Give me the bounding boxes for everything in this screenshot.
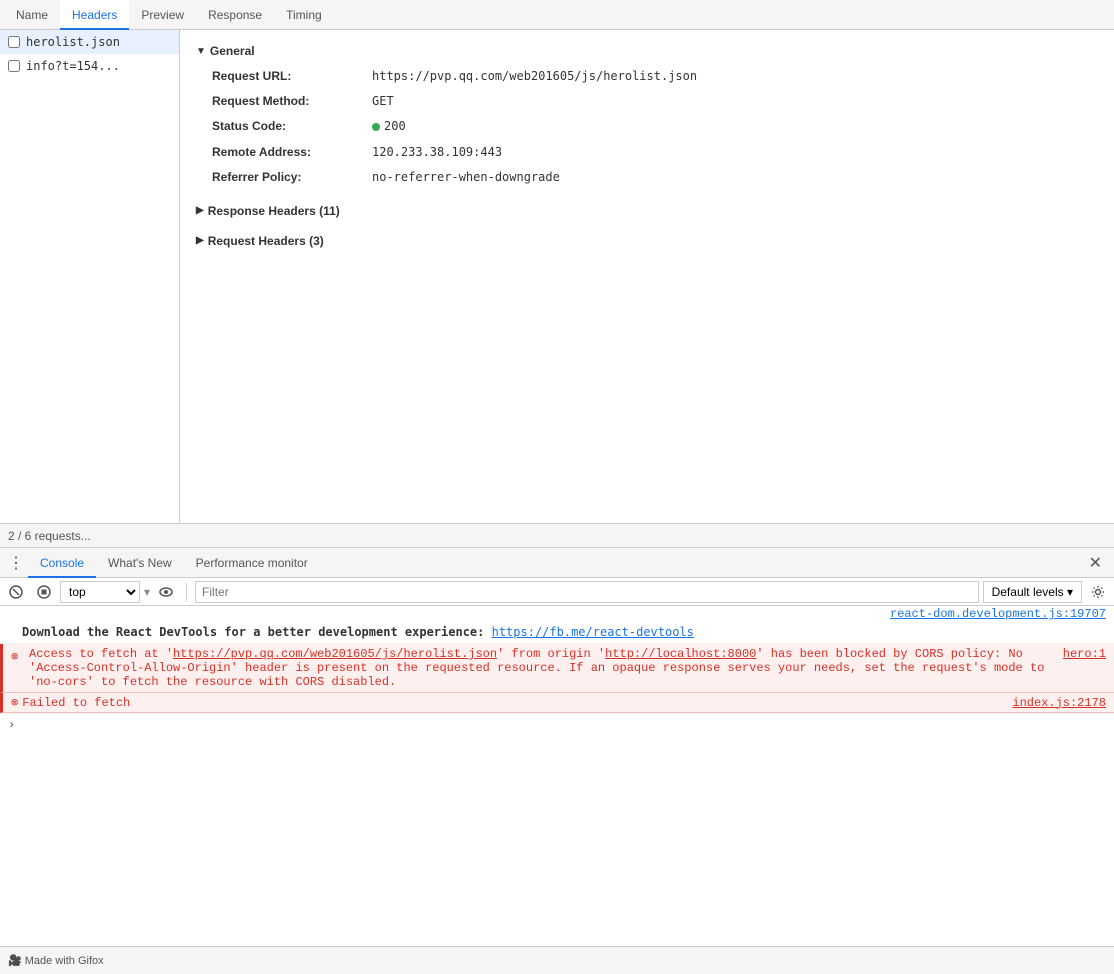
console-input-line: › xyxy=(0,713,1114,736)
tab-headers[interactable]: Headers xyxy=(60,0,129,30)
response-headers-header[interactable]: ▶ Response Headers (11) xyxy=(196,198,1098,224)
status-code-row: Status Code: 200 xyxy=(196,114,1098,139)
gifox-bar: 🎥 Made with Gifox xyxy=(0,946,1114,974)
console-toolbar: top ▾ Default levels ▾ xyxy=(0,578,1114,606)
context-arrow: ▾ xyxy=(144,585,150,599)
toolbar-divider xyxy=(186,583,187,601)
console-panel: ⋮ Console What's New Performance monitor… xyxy=(0,548,1114,974)
general-section-header[interactable]: ▼ General xyxy=(196,38,1098,64)
react-devtools-link[interactable]: https://fb.me/react-devtools xyxy=(492,625,694,639)
general-section: ▼ General Request URL: https://pvp.qq.co… xyxy=(196,38,1098,190)
file-name-info: info?t=154... xyxy=(26,59,120,73)
file-checkbox-herolist[interactable] xyxy=(8,36,20,48)
failed-source-link[interactable]: index.js:2178 xyxy=(1012,696,1106,710)
cors-error-block: ⊗ Access to fetch at 'https://pvp.qq.com… xyxy=(0,644,1114,693)
console-prompt-icon: › xyxy=(8,718,15,732)
response-headers-title: Response Headers (11) xyxy=(208,204,340,218)
clear-icon xyxy=(9,585,23,599)
cors-url-link[interactable]: https://pvp.qq.com/web201605/js/herolist… xyxy=(173,647,497,661)
failed-fetch-line: ⊗ Failed to fetch index.js:2178 xyxy=(0,693,1114,713)
remote-address-key: Remote Address: xyxy=(212,143,372,162)
react-devtools-line: Download the React DevTools for a better… xyxy=(0,621,1114,644)
status-code-value: 200 xyxy=(372,117,406,136)
status-code-key: Status Code: xyxy=(212,117,372,136)
request-method-key: Request Method: xyxy=(212,92,372,111)
request-url-key: Request URL: xyxy=(212,67,372,86)
triangle-request-icon: ▶ xyxy=(196,235,204,246)
network-panel: Name Headers Preview Response Timing her… xyxy=(0,0,1114,548)
request-url-value: https://pvp.qq.com/web201605/js/herolist… xyxy=(372,67,697,86)
triangle-response-icon: ▶ xyxy=(196,205,204,216)
network-tab-bar: Name Headers Preview Response Timing xyxy=(0,0,1114,30)
failed-error-icon: ⊗ xyxy=(11,695,18,710)
tab-whats-new[interactable]: What's New xyxy=(96,548,184,578)
settings-button[interactable] xyxy=(1086,580,1110,604)
gifox-label: 🎥 Made with Gifox xyxy=(8,954,104,967)
cors-error-source[interactable]: hero:1 xyxy=(1063,647,1106,661)
referrer-policy-row: Referrer Policy: no-referrer-when-downgr… xyxy=(196,165,1098,190)
gear-icon xyxy=(1091,585,1105,599)
triangle-icon: ▼ xyxy=(196,46,206,57)
clear-console-button[interactable] xyxy=(4,580,28,604)
console-output: react-dom.development.js:19707 Download … xyxy=(0,606,1114,946)
status-dot-icon xyxy=(372,123,380,131)
file-name-herolist: herolist.json xyxy=(26,35,120,49)
react-devtools-bold: Download the React DevTools for a better… xyxy=(22,625,492,639)
response-headers-section: ▶ Response Headers (11) xyxy=(196,198,1098,224)
react-source-line: react-dom.development.js:19707 xyxy=(0,606,1114,621)
error-circle-icon: ⊗ xyxy=(11,650,18,664)
remote-address-value: 120.233.38.109:443 xyxy=(372,143,502,162)
headers-panel: ▼ General Request URL: https://pvp.qq.co… xyxy=(180,30,1114,523)
tab-response[interactable]: Response xyxy=(196,0,274,30)
request-url-row: Request URL: https://pvp.qq.com/web20160… xyxy=(196,64,1098,89)
tab-console[interactable]: Console xyxy=(28,548,96,578)
referrer-policy-key: Referrer Policy: xyxy=(212,168,372,187)
status-bar: 2 / 6 requests... xyxy=(0,523,1114,547)
file-item-info[interactable]: info?t=154... xyxy=(0,54,179,78)
eye-icon xyxy=(159,585,173,599)
eye-button[interactable] xyxy=(154,580,178,604)
request-headers-title: Request Headers (3) xyxy=(208,234,324,248)
request-headers-header[interactable]: ▶ Request Headers (3) xyxy=(196,228,1098,254)
tab-performance-monitor[interactable]: Performance monitor xyxy=(184,548,320,578)
requests-count: 2 / 6 requests... xyxy=(8,529,91,543)
request-method-value: GET xyxy=(372,92,394,111)
levels-button[interactable]: Default levels ▾ xyxy=(983,581,1082,603)
file-checkbox-info[interactable] xyxy=(8,60,20,72)
network-content: herolist.json info?t=154... ▼ General Re… xyxy=(0,30,1114,523)
remote-address-row: Remote Address: 120.233.38.109:443 xyxy=(196,140,1098,165)
menu-icon[interactable]: ⋮ xyxy=(4,551,28,575)
referrer-policy-value: no-referrer-when-downgrade xyxy=(372,168,560,187)
request-headers-section: ▶ Request Headers (3) xyxy=(196,228,1098,254)
tab-preview[interactable]: Preview xyxy=(129,0,196,30)
request-method-row: Request Method: GET xyxy=(196,89,1098,114)
bottom-tab-bar: ⋮ Console What's New Performance monitor… xyxy=(0,548,1114,578)
react-devtools-text: Download the React DevTools for a better… xyxy=(22,623,1106,641)
filter-input[interactable] xyxy=(195,581,979,603)
error-icon-col: ⊗ xyxy=(11,649,29,664)
error-header-row: Access to fetch at 'https://pvp.qq.com/w… xyxy=(29,647,1106,689)
tab-name[interactable]: Name xyxy=(4,0,60,30)
file-list: herolist.json info?t=154... xyxy=(0,30,180,523)
react-source-link[interactable]: react-dom.development.js:19707 xyxy=(890,607,1106,621)
tab-timing[interactable]: Timing xyxy=(274,0,334,30)
file-item-herolist[interactable]: herolist.json xyxy=(0,30,179,54)
error-block-inner: Access to fetch at 'https://pvp.qq.com/w… xyxy=(29,647,1106,689)
stop-button[interactable] xyxy=(32,580,56,604)
error-text-start: Access to fetch at 'https://pvp.qq.com/w… xyxy=(29,647,1055,689)
close-panel-button[interactable]: ✕ xyxy=(1081,553,1110,573)
context-select[interactable]: top xyxy=(60,581,140,603)
localhost-link[interactable]: http://localhost:8000 xyxy=(605,647,756,661)
failed-fetch-text: Failed to fetch xyxy=(22,696,1012,710)
stop-icon xyxy=(37,585,51,599)
general-title: General xyxy=(210,44,255,58)
